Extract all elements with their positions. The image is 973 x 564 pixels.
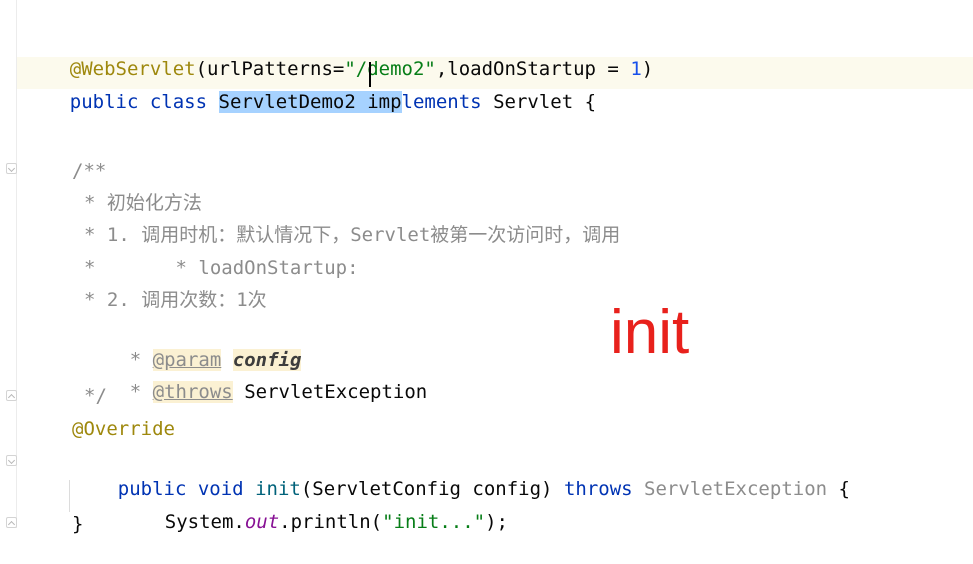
javadoc-line: * 1. 调用时机：默认情况下，Servlet被第一次访问时，调用 <box>84 224 621 246</box>
code-line-println[interactable]: System.out.println("init..."); <box>119 480 508 533</box>
javadoc-line: * 2. 调用次数：1次 <box>84 289 267 311</box>
javadoc-line: * * loadOnStartup: <box>84 257 359 279</box>
code-line-method-signature[interactable]: public void init(ServletConfig config) t… <box>72 447 850 500</box>
javadoc-throws-line: * @throws ServletException <box>129 381 428 403</box>
javadoc-line: * 初始化方法 <box>84 192 202 214</box>
indent-guide <box>69 480 70 512</box>
overlay-annotation-text: init <box>610 298 690 367</box>
load-on-startup-value: 1 <box>630 58 642 80</box>
code-line-class-declaration[interactable]: public class ServletDemo2 implements Ser… <box>24 60 596 113</box>
code-line-annotation[interactable]: @WebServlet(urlPatterns="/demo2",loadOnS… <box>24 27 653 80</box>
closing-brace: } <box>72 513 84 535</box>
javadoc-exception-type[interactable]: ServletException <box>244 381 427 403</box>
javadoc-param-line: * @param config <box>129 349 302 371</box>
code-editor[interactable]: @WebServlet(urlPatterns="/demo2",loadOnS… <box>0 0 973 535</box>
javadoc-end: */ <box>84 385 107 407</box>
override-annotation[interactable]: @Override <box>72 415 175 443</box>
javadoc-throws-tag[interactable]: @throws <box>152 381 233 403</box>
javadoc-start: /** <box>72 160 107 182</box>
text-selection[interactable]: ServletDemo2 imp <box>218 91 402 113</box>
text-caret <box>369 62 371 87</box>
